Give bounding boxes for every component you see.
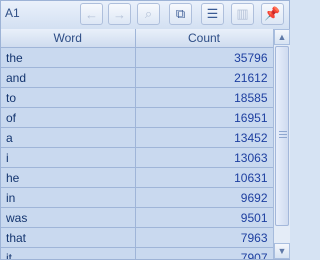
word-cell[interactable]: he: [1, 167, 136, 188]
scroll-thumb[interactable]: [275, 46, 289, 226]
copy-icon: ⧉: [175, 6, 186, 21]
pin-button[interactable]: 📌: [261, 3, 284, 25]
scroll-down-button[interactable]: ▼: [274, 243, 290, 259]
word-cell[interactable]: it: [1, 247, 136, 259]
column-header-count[interactable]: Count: [135, 29, 273, 48]
count-cell[interactable]: 9692: [135, 187, 273, 208]
word-count-window: A1 ← → ⌕ ⧉ ☰ ▥ 📌 Word Count the 35796 an…: [0, 0, 290, 260]
table-row[interactable]: was 9501: [1, 207, 273, 228]
scroll-up-button[interactable]: ▲: [274, 29, 290, 45]
table-row[interactable]: the 35796: [1, 47, 273, 68]
toolbar: A1 ← → ⌕ ⧉ ☰ ▥ 📌: [1, 1, 289, 30]
table-row[interactable]: in 9692: [1, 187, 273, 208]
table-row[interactable]: of 16951: [1, 107, 273, 128]
count-cell[interactable]: 9501: [135, 207, 273, 228]
table-row[interactable]: it 7907: [1, 247, 273, 259]
table-row[interactable]: he 10631: [1, 167, 273, 188]
list-button[interactable]: ☰: [201, 3, 224, 25]
count-cell[interactable]: 21612: [135, 67, 273, 88]
count-cell[interactable]: 16951: [135, 107, 273, 128]
count-cell[interactable]: 7907: [135, 247, 273, 259]
word-cell[interactable]: of: [1, 107, 136, 128]
grip-line: [279, 131, 287, 132]
count-cell[interactable]: 13452: [135, 127, 273, 148]
word-cell[interactable]: a: [1, 127, 136, 148]
magnifier-icon: ⌕: [144, 6, 153, 21]
column-header-word[interactable]: Word: [1, 29, 136, 48]
table-row[interactable]: to 18585: [1, 87, 273, 108]
word-cell[interactable]: the: [1, 47, 136, 68]
count-cell[interactable]: 18585: [135, 87, 273, 108]
forward-button[interactable]: →: [108, 3, 131, 25]
table-row[interactable]: and 21612: [1, 67, 273, 88]
grip-line: [279, 137, 287, 138]
table-row[interactable]: a 13452: [1, 127, 273, 148]
word-cell[interactable]: in: [1, 187, 136, 208]
arrow-right-icon: →: [113, 6, 126, 22]
word-cell[interactable]: i: [1, 147, 136, 168]
table-row[interactable]: i 13063: [1, 147, 273, 168]
word-cell[interactable]: and: [1, 67, 136, 88]
chart-button[interactable]: ▥: [231, 3, 254, 25]
table-row[interactable]: that 7963: [1, 227, 273, 248]
copy-button[interactable]: ⧉: [169, 3, 192, 25]
word-cell[interactable]: was: [1, 207, 136, 228]
grip-line: [279, 134, 287, 135]
count-cell[interactable]: 13063: [135, 147, 273, 168]
vertical-scrollbar[interactable]: ▲ ▼: [273, 29, 290, 259]
back-button[interactable]: ←: [80, 3, 103, 25]
count-cell[interactable]: 35796: [135, 47, 273, 68]
word-count-grid: Word Count the 35796 and 21612 to 18585 of 1…: [1, 29, 273, 259]
list-icon: ☰: [206, 6, 219, 21]
word-cell[interactable]: to: [1, 87, 136, 108]
pin-icon: 📌: [264, 6, 281, 21]
find-button[interactable]: ⌕: [137, 3, 160, 25]
count-cell[interactable]: 7963: [135, 227, 273, 248]
triangle-up-icon: ▲: [277, 32, 287, 42]
word-count-table: Word Count the 35796 and 21612 to 18585 of 1…: [1, 29, 273, 259]
word-cell[interactable]: that: [1, 227, 136, 248]
triangle-down-icon: ▼: [277, 246, 287, 256]
bar-chart-icon: ▥: [236, 6, 249, 21]
arrow-left-icon: ←: [85, 6, 98, 22]
count-cell[interactable]: 10631: [135, 167, 273, 188]
cell-reference: A1: [5, 6, 20, 20]
